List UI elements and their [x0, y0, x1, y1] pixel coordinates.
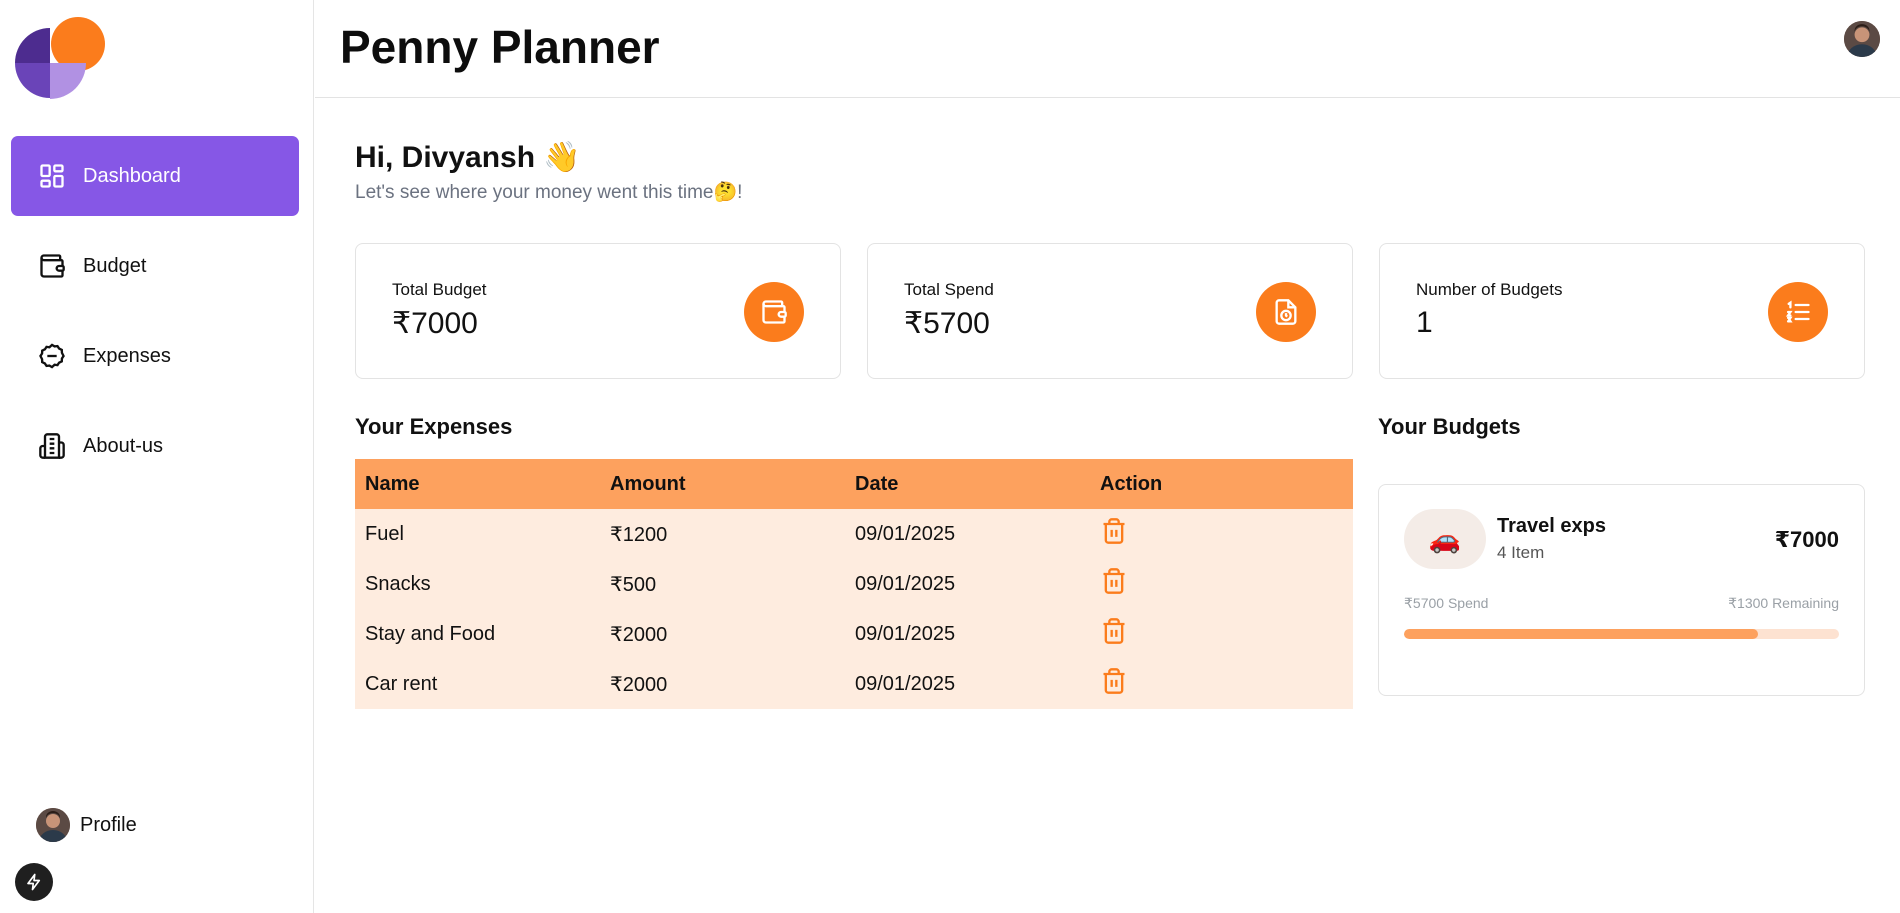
greeting-heading: Hi, Divyansh 👋	[355, 141, 581, 174]
trash-icon[interactable]	[1100, 566, 1128, 602]
table-row: Stay and Food ₹2000 09/01/2025	[355, 609, 1353, 659]
budget-progress-fill	[1404, 629, 1759, 639]
top-header: Penny Planner	[315, 0, 1900, 98]
summary-cards: Total Budget ₹7000 Total Spend ₹5700 Num…	[355, 243, 1865, 379]
budget-name: Travel exps	[1497, 515, 1606, 537]
profile-label: Profile	[80, 813, 137, 836]
user-avatar-button[interactable]	[1844, 21, 1880, 57]
budget-remaining: ₹1300 Remaining	[1728, 595, 1839, 611]
card-value: 1	[1416, 306, 1433, 339]
expenses-section-title: Your Expenses	[355, 414, 513, 439]
sidebar-item-label: Expenses	[83, 344, 171, 367]
app-logo[interactable]	[14, 16, 108, 110]
sidebar-item-about-us[interactable]: About-us	[11, 406, 299, 486]
expense-date: 09/01/2025	[855, 522, 956, 545]
column-header: Action	[1100, 472, 1163, 495]
card-value: ₹5700	[904, 307, 990, 340]
table-body: Fuel ₹1200 09/01/2025 Snacks ₹500 09/01/…	[355, 509, 1353, 709]
budget-progress-bar	[1404, 629, 1839, 639]
card-label: Total Budget	[392, 280, 487, 299]
expense-amount: ₹1200	[610, 523, 668, 546]
sidebar-item-label: About-us	[83, 434, 164, 457]
wallet-icon	[744, 282, 804, 342]
expense-icon	[37, 341, 67, 371]
building-icon	[37, 431, 67, 461]
sidebar: Dashboard Budget Expenses About-us Profi…	[0, 0, 314, 913]
sidebar-item-dashboard[interactable]: Dashboard	[11, 136, 299, 216]
avatar	[36, 808, 70, 842]
expense-date: 09/01/2025	[855, 622, 956, 645]
expense-date: 09/01/2025	[855, 672, 956, 695]
card-label: Total Spend	[904, 280, 994, 299]
table-header: Name Amount Date Action	[355, 459, 1353, 509]
expense-name: Fuel	[365, 522, 404, 545]
sidebar-item-budget[interactable]: Budget	[11, 226, 299, 306]
receipt-icon	[1256, 282, 1316, 342]
trash-icon[interactable]	[1100, 666, 1128, 702]
column-header: Name	[365, 472, 420, 495]
table-row: Fuel ₹1200 09/01/2025	[355, 509, 1353, 559]
trash-icon[interactable]	[1100, 616, 1128, 652]
card-value: ₹7000	[392, 307, 478, 340]
total-spend-card: Total Spend ₹5700	[867, 243, 1353, 379]
expense-amount: ₹2000	[610, 673, 668, 696]
budget-item-count: 4 Item	[1497, 543, 1545, 562]
column-header: Amount	[610, 472, 686, 495]
number-of-budgets-card: Number of Budgets 1	[1379, 243, 1865, 379]
table-row: Car rent ₹2000 09/01/2025	[355, 659, 1353, 709]
budget-spend: ₹5700 Spend	[1404, 595, 1489, 611]
total-budget-card: Total Budget ₹7000	[355, 243, 841, 379]
column-header: Date	[855, 472, 899, 495]
expense-name: Snacks	[365, 572, 431, 595]
sidebar-nav: Dashboard Budget Expenses About-us	[11, 136, 299, 496]
expense-amount: ₹500	[610, 573, 657, 596]
expense-name: Car rent	[365, 672, 438, 695]
table-row: Snacks ₹500 09/01/2025	[355, 559, 1353, 609]
car-icon: 🚗	[1404, 509, 1486, 569]
budgets-section-title: Your Budgets	[1378, 414, 1521, 439]
expense-name: Stay and Food	[365, 622, 496, 645]
sidebar-item-label: Budget	[83, 254, 147, 277]
sidebar-item-expenses[interactable]: Expenses	[11, 316, 299, 396]
dashboard-icon	[37, 161, 67, 191]
expense-amount: ₹2000	[610, 623, 668, 646]
greeting-subtitle: Let's see where your money went this tim…	[355, 182, 743, 203]
card-label: Number of Budgets	[1416, 280, 1563, 299]
bolt-icon[interactable]	[15, 863, 53, 901]
budget-card-travel[interactable]: 🚗 Travel exps 4 Item ₹7000 ₹5700 Spend ₹…	[1378, 484, 1865, 696]
expenses-table: Name Amount Date Action Fuel ₹1200 09/01…	[355, 459, 1353, 709]
sidebar-item-label: Dashboard	[83, 164, 181, 187]
list-icon	[1768, 282, 1828, 342]
wallet-icon	[37, 251, 67, 281]
expense-date: 09/01/2025	[855, 572, 956, 595]
page-title: Penny Planner	[340, 21, 660, 73]
trash-icon[interactable]	[1100, 516, 1128, 552]
profile-link[interactable]: Profile	[36, 808, 137, 842]
budget-amount: ₹7000	[1774, 527, 1839, 552]
